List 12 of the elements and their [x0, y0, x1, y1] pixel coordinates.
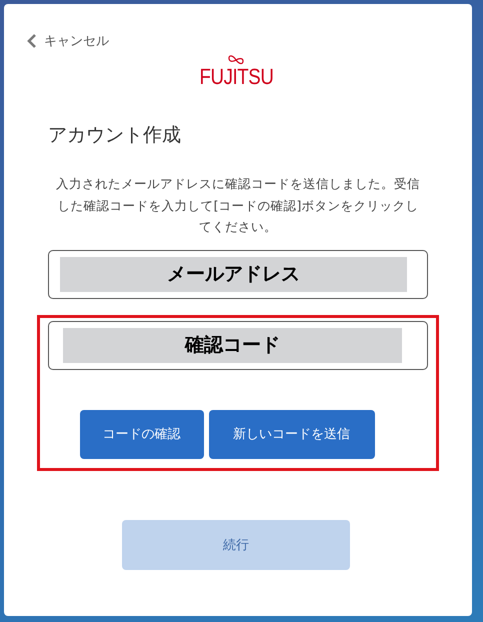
code-field[interactable]: 確認コード: [48, 320, 428, 370]
infinity-icon: [227, 54, 245, 66]
field-label: メールアドレス: [60, 256, 407, 292]
logo-text: FUJITSU: [199, 66, 273, 88]
action-button[interactable]: コードの確認: [80, 410, 204, 458]
back-chevron-icon: [26, 34, 38, 48]
page-heading: アカウント作成: [48, 123, 182, 148]
cancel-link[interactable]: キャンセル: [26, 32, 109, 50]
email-field[interactable]: メールアドレス: [48, 250, 428, 298]
instruction-text: 入力されたメールアドレスに確認コードを送信しました。受信した確認コードを入力して[コードの確認]ボタンをクリックしてください。: [55, 175, 421, 236]
field-label: 確認コード: [63, 328, 402, 362]
action-button[interactable]: 新しいコードを送信: [208, 410, 374, 458]
